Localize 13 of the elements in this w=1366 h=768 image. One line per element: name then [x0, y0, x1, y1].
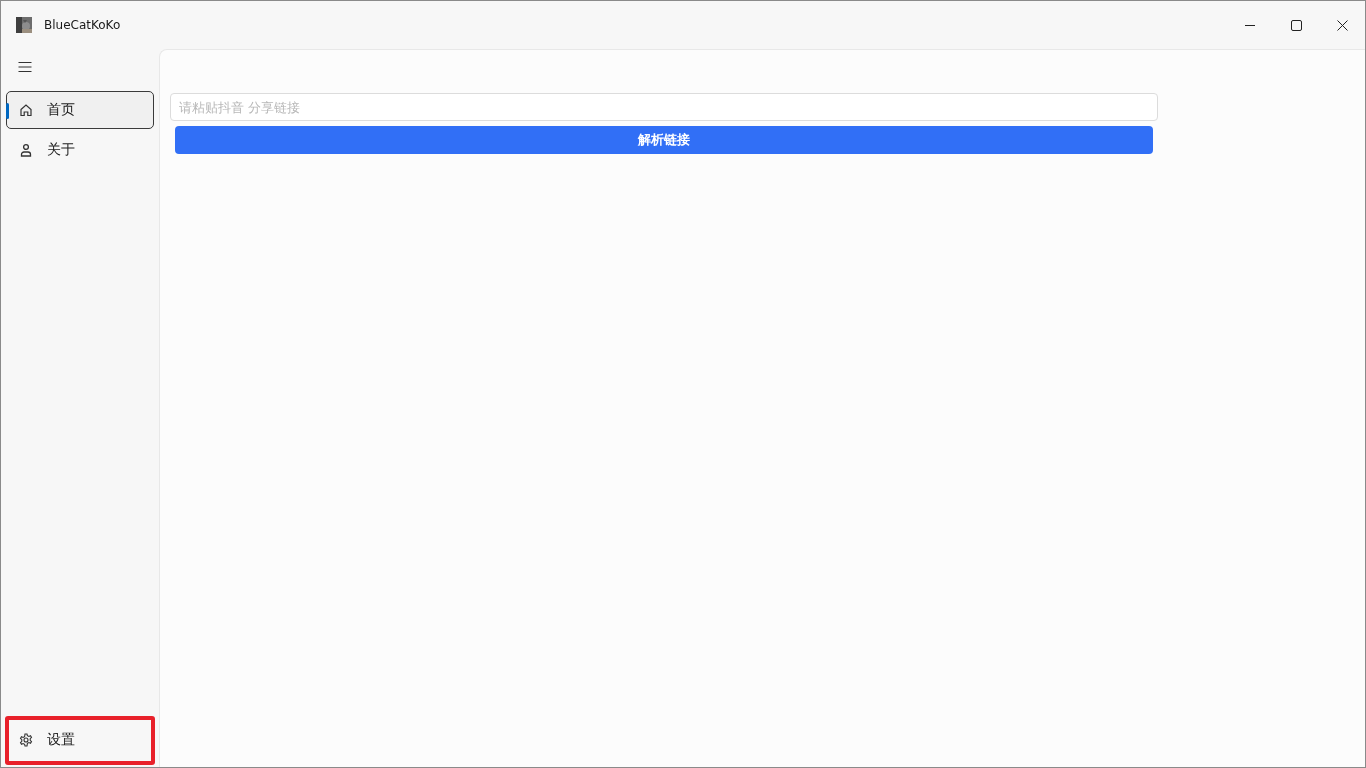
link-input-field[interactable]: 请粘贴抖音 分享链接	[170, 93, 1158, 121]
window-title: BlueCatKoKo	[44, 18, 122, 32]
menu-icon[interactable]	[17, 59, 33, 75]
nav-item[interactable]: 设置	[6, 721, 154, 759]
settings-icon	[19, 733, 33, 747]
person-icon	[19, 143, 33, 157]
nav-item[interactable]: 首页	[6, 91, 154, 129]
parse-link-button[interactable]: 解析链接	[175, 126, 1153, 154]
home-icon	[19, 103, 33, 117]
maximize-icon	[1290, 19, 1302, 31]
nav-item[interactable]: 关于	[6, 131, 154, 169]
close-icon	[1336, 19, 1348, 31]
selection-indicator	[6, 103, 9, 119]
